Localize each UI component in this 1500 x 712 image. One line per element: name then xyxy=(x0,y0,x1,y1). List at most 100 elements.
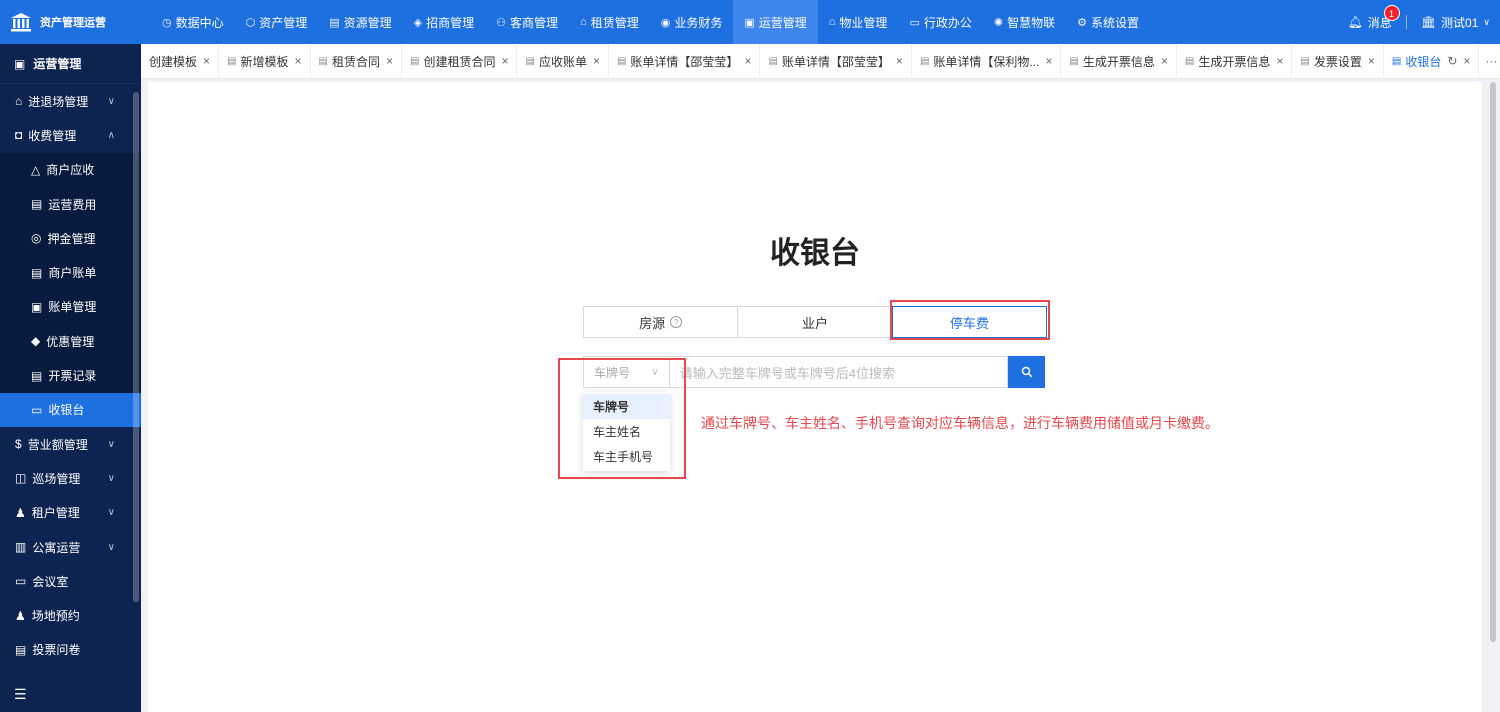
nav-item-4[interactable]: ⚇ 客商管理 xyxy=(485,0,569,44)
nav-item-9[interactable]: ▭ 行政办公 xyxy=(898,0,982,44)
messages-button[interactable]: 🔔︎ 消息 1 xyxy=(1348,4,1400,31)
nav-item-5[interactable]: ⌂ 租赁管理 xyxy=(569,0,650,44)
tab-9[interactable]: ▤ 生成开票信息 × xyxy=(1177,43,1293,79)
brand-name: 资产管理运营 xyxy=(40,17,106,29)
sidebar-item-3[interactable]: ◫ 巡场管理 ∨ xyxy=(0,461,141,495)
sidebar-subitem-3[interactable]: ▤ 商户账单 xyxy=(0,255,141,290)
sidebar-menu: ⌂ 进退场管理 ∨ ◘ 收费管理 ∧ △ 商户应收 ▤ 运营费用 ◎ 押金管理 ▤ 商户账单 ▣ 账单管理 ◆ 优… xyxy=(0,84,141,667)
close-icon[interactable]: × xyxy=(203,54,210,68)
document-icon: ▤ xyxy=(410,55,420,67)
nav-item-6[interactable]: ◉ 业务财务 xyxy=(650,0,734,44)
tab-11[interactable]: ▤ 收银台 ↻ × xyxy=(1384,43,1480,79)
sidebar-item-6[interactable]: ▭ 会议室 xyxy=(0,564,141,598)
help-circle-icon[interactable]: ? xyxy=(670,316,683,328)
cube-icon: ⬡ xyxy=(245,16,256,29)
close-icon[interactable]: × xyxy=(896,54,903,68)
brand[interactable]: 资产管理运营 xyxy=(0,0,141,44)
tab-2[interactable]: ▤ 租赁合同 × xyxy=(311,43,402,79)
sidebar-item-label: 租户管理 xyxy=(31,506,80,521)
close-icon[interactable]: × xyxy=(501,54,508,68)
tab-label: 应收账单 xyxy=(538,54,587,69)
close-icon[interactable]: × xyxy=(1276,54,1283,68)
page-title: 收银台 xyxy=(770,237,860,270)
sidebar-subitem-0[interactable]: △ 商户应收 xyxy=(0,152,141,187)
sidebar-item-label: 巡场管理 xyxy=(32,471,81,486)
sidebar-subitem-5[interactable]: ◆ 优惠管理 xyxy=(0,324,141,359)
sidebar-subitem-icon: ▤ xyxy=(31,265,43,280)
sidebar-subitem-1[interactable]: ▤ 运营费用 xyxy=(0,186,141,222)
segment-tab-0[interactable]: 房源? xyxy=(584,307,739,337)
sidebar-item-8[interactable]: ▤ 投票问卷 xyxy=(0,633,141,667)
tab-5[interactable]: ▤ 账单详情【邵莹莹】 × xyxy=(609,43,761,79)
close-icon[interactable]: × xyxy=(1463,54,1470,68)
messages-badge: 1 xyxy=(1383,4,1400,21)
monitor-icon: ▭ xyxy=(909,16,920,29)
search-input[interactable]: 请输入完整车牌号或车牌号后4位搜索 xyxy=(669,356,1009,388)
sidebar-item-0[interactable]: ⌂ 进退场管理 ∨ xyxy=(0,84,141,118)
tab-7[interactable]: ▤ 账单详情【保利物... × xyxy=(912,43,1062,79)
nav-item-2[interactable]: ▤ 资源管理 xyxy=(318,0,402,44)
search-icon xyxy=(1021,366,1032,378)
sidebar-item-7[interactable]: ♟ 场地预约 xyxy=(0,598,141,632)
people-icon: ⚇ xyxy=(496,16,507,29)
sidebar-subitem-label: 运营费用 xyxy=(48,197,97,212)
close-icon[interactable]: × xyxy=(744,54,751,68)
sidebar-item-icon: ♟ xyxy=(15,505,26,520)
menu-collapse-icon: ☰ xyxy=(14,685,27,702)
nav-item-0[interactable]: ◷ 数据中心 xyxy=(151,0,235,44)
tab-label: 账单详情【保利物... xyxy=(933,54,1040,69)
close-icon[interactable]: × xyxy=(593,54,600,68)
nav-item-10[interactable]: ✺ 智慧物联 xyxy=(983,0,1066,44)
nav-item-label: 业务财务 xyxy=(674,15,723,30)
chevron-down-icon: ∨ xyxy=(107,438,115,450)
nav-item-7[interactable]: ▣ 运营管理 xyxy=(733,0,818,44)
refresh-icon[interactable]: ↻ xyxy=(1447,54,1457,68)
close-icon[interactable]: × xyxy=(1368,54,1375,68)
nav-item-label: 行政办公 xyxy=(923,15,972,30)
tab-3[interactable]: ▤ 创建租赁合同 × xyxy=(402,43,518,79)
tab-8[interactable]: ▤ 生成开票信息 × xyxy=(1061,43,1177,79)
tab-label: 创建租赁合同 xyxy=(423,54,496,69)
nav-item-8[interactable]: ⌂ 物业管理 xyxy=(818,0,899,44)
tab-0[interactable]: 创建模板 × xyxy=(141,43,220,79)
chevron-down-icon: ∨ xyxy=(107,507,115,519)
sidebar-subitem-2[interactable]: ◎ 押金管理 xyxy=(0,221,141,256)
tab-1[interactable]: ▤ 新增模板 × xyxy=(219,43,311,79)
tab-label: 租赁合同 xyxy=(331,54,380,69)
sidebar-item-label: 会议室 xyxy=(32,574,69,589)
nav-item-label: 客商管理 xyxy=(510,15,559,30)
nav-item-1[interactable]: ⬡ 资产管理 xyxy=(235,0,319,44)
sidebar-item-icon: ◫ xyxy=(15,471,27,486)
search-button[interactable] xyxy=(1008,356,1045,388)
sidebar-subitem-icon: ◎ xyxy=(31,231,42,246)
tab-label: 发票设置 xyxy=(1313,54,1362,69)
sidebar-subitem-7[interactable]: ▭ 收银台 xyxy=(0,392,141,427)
nav-item-11[interactable]: ⚙ 系统设置 xyxy=(1066,0,1150,44)
tab-6[interactable]: ▤ 账单详情【邵莹莹】 × xyxy=(760,43,912,79)
ellipsis-icon[interactable]: ··· xyxy=(1479,54,1500,68)
sidebar-scrollbar[interactable] xyxy=(133,92,139,602)
close-icon[interactable]: × xyxy=(386,54,393,68)
tab-4[interactable]: ▤ 应收账单 × xyxy=(517,43,609,79)
content-scrollbar[interactable] xyxy=(1490,82,1496,642)
close-icon[interactable]: × xyxy=(1045,54,1052,68)
nav-item-3[interactable]: ◈ 招商管理 xyxy=(403,0,485,44)
close-icon[interactable]: × xyxy=(1161,54,1168,68)
sidebar-subitem-icon: ◆ xyxy=(31,334,41,349)
sidebar-item-2[interactable]: $ 营业额管理 ∨ xyxy=(0,427,141,461)
coin-icon: ◉ xyxy=(660,16,671,29)
segment-tab-1[interactable]: 业户 xyxy=(738,307,893,337)
document-icon: ▤ xyxy=(1069,55,1079,67)
sidebar-item-5[interactable]: ▥ 公寓运营 ∨ xyxy=(0,530,141,564)
sidebar-subitem-label: 商户应收 xyxy=(46,163,95,178)
sidebar-item-1[interactable]: ◘ 收费管理 ∧ xyxy=(0,118,141,152)
close-icon[interactable]: × xyxy=(295,54,302,68)
tab-10[interactable]: ▤ 发票设置 × xyxy=(1292,43,1384,79)
sidebar-item-4[interactable]: ♟ 租户管理 ∨ xyxy=(0,496,141,530)
collapse-menu-button[interactable]: ☰ xyxy=(0,676,141,712)
sidebar-subitem-6[interactable]: ▤ 开票记录 xyxy=(0,358,141,393)
nav-item-label: 数据中心 xyxy=(175,15,224,30)
user-menu[interactable]: 🏛︎ 测试01 ∨ xyxy=(1421,14,1490,31)
sidebar-subitem-4[interactable]: ▣ 账单管理 xyxy=(0,289,141,325)
nav-item-label: 物业管理 xyxy=(839,15,888,30)
